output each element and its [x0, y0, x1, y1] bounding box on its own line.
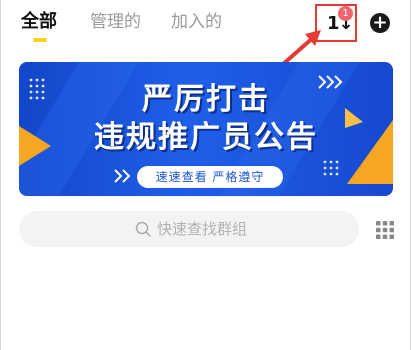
tab-joined[interactable]: 加入的 [171, 10, 222, 34]
search-icon [135, 221, 151, 237]
banner-title-line2: 违规推广员公告 [94, 120, 318, 155]
announcement-banner[interactable]: 严厉打击 违规推广员公告 速速查看 严格遵守 [19, 62, 393, 196]
tab-all[interactable]: 全部 [21, 10, 57, 34]
plus-circle-icon[interactable]: + [370, 13, 390, 33]
top-tabs: 全部 管理的 加入的 1↓ 1 + [1, 0, 411, 52]
banner-subtitle-pill: 速速查看 严格遵守 [137, 166, 283, 188]
group-list-page: 全部 管理的 加入的 1↓ 1 + 严厉打击 违规推广员公告 速速查看 严格遵守… [0, 0, 411, 350]
tab-managed[interactable]: 管理的 [90, 10, 141, 34]
active-tab-indicator [33, 38, 47, 42]
banner-title-line1: 严厉打击 [142, 82, 270, 117]
search-placeholder: 快速查找群组 [157, 220, 248, 238]
search-bar[interactable]: 快速查找群组 [19, 211, 359, 247]
grid-icon[interactable] [376, 221, 394, 239]
notification-badge: 1 [338, 6, 353, 21]
